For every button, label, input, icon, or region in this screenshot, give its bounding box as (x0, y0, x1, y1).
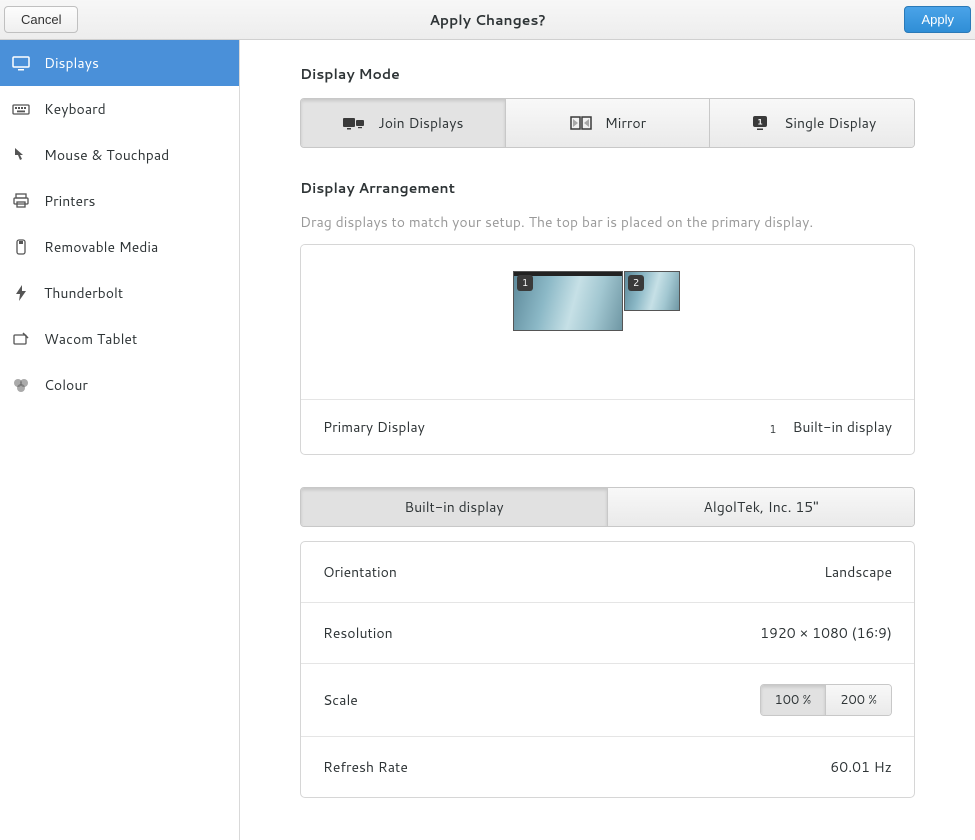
single-display-icon: 1 (748, 114, 772, 132)
orientation-value: Landscape (824, 562, 892, 582)
colour-icon (12, 376, 30, 394)
apply-button[interactable]: Apply (904, 6, 971, 33)
cancel-button[interactable]: Cancel (4, 6, 78, 33)
mode-label: Join Displays (378, 113, 463, 133)
thunderbolt-icon (12, 284, 30, 302)
orientation-row[interactable]: Orientation Landscape (301, 542, 914, 603)
orientation-label: Orientation (323, 562, 397, 582)
sidebar-item-label: Colour (44, 375, 88, 395)
headerbar: Cancel Apply Changes? Apply (0, 0, 975, 40)
scale-label: Scale (323, 690, 358, 710)
primary-display-number: 1 (765, 421, 781, 437)
keyboard-icon (12, 100, 30, 118)
sidebar-item-keyboard[interactable]: Keyboard (0, 86, 239, 132)
resolution-label: Resolution (323, 623, 393, 643)
display-badge: 1 (517, 275, 533, 291)
sidebar-item-colour[interactable]: Colour (0, 362, 239, 408)
scale-switcher: 100 % 200 % (760, 684, 893, 716)
sidebar-item-mouse[interactable]: Mouse & Touchpad (0, 132, 239, 178)
mouse-icon (12, 146, 30, 164)
resolution-value: 1920 × 1080 (16∶9) (760, 623, 892, 643)
sidebar: Displays Keyboard Mouse & Touchpad Print… (0, 40, 240, 840)
refresh-value: 60.01 Hz (830, 757, 892, 777)
display-mode-title: Display Mode (300, 64, 915, 84)
tab-external[interactable]: AlgolTek, Inc. 15" (608, 488, 914, 526)
refresh-row[interactable]: Refresh Rate 60.01 Hz (301, 737, 914, 797)
primary-display-row[interactable]: Primary Display 1 Built-in display (301, 399, 914, 454)
mode-mirror-button[interactable]: Mirror (506, 99, 711, 147)
mode-label: Mirror (605, 113, 646, 133)
sidebar-item-removable[interactable]: Removable Media (0, 224, 239, 270)
tab-builtin[interactable]: Built-in display (301, 488, 608, 526)
window-title: Apply Changes? (0, 10, 975, 30)
sidebar-item-displays[interactable]: Displays (0, 40, 239, 86)
sidebar-item-wacom[interactable]: Wacom Tablet (0, 316, 239, 362)
primary-display-label: Primary Display (323, 417, 425, 437)
primary-display-value: 1 Built-in display (765, 417, 892, 437)
sidebar-item-printers[interactable]: Printers (0, 178, 239, 224)
sidebar-item-label: Keyboard (44, 99, 106, 119)
arrangement-canvas[interactable]: 1 2 (301, 245, 914, 399)
sidebar-item-thunderbolt[interactable]: Thunderbolt (0, 270, 239, 316)
sidebar-item-label: Thunderbolt (44, 283, 123, 303)
arrangement-help: Drag displays to match your setup. The t… (300, 212, 915, 232)
display-1-thumbnail[interactable]: 1 (513, 271, 623, 331)
refresh-label: Refresh Rate (323, 757, 408, 777)
printer-icon (12, 192, 30, 210)
mode-single-button[interactable]: 1 Single Display (710, 99, 914, 147)
sidebar-item-label: Printers (44, 191, 96, 211)
mode-label: Single Display (784, 113, 876, 133)
sidebar-item-label: Mouse & Touchpad (44, 145, 169, 165)
removable-media-icon (12, 238, 30, 256)
display-icon (12, 54, 30, 72)
display-badge: 2 (628, 275, 644, 291)
content-panel: Display Mode Join Displays Mirror 1 Sing… (240, 40, 975, 840)
scale-100-button[interactable]: 100 % (761, 685, 827, 715)
mirror-icon (569, 114, 593, 132)
scale-row: Scale 100 % 200 % (301, 664, 914, 737)
tablet-icon (12, 330, 30, 348)
mode-join-button[interactable]: Join Displays (301, 99, 506, 147)
display-settings-list: Orientation Landscape Resolution 1920 × … (300, 541, 915, 798)
sidebar-item-label: Removable Media (44, 237, 158, 257)
display-2-thumbnail[interactable]: 2 (624, 271, 680, 311)
sidebar-item-label: Wacom Tablet (44, 329, 137, 349)
display-mode-switcher: Join Displays Mirror 1 Single Display (300, 98, 915, 148)
join-displays-icon (342, 114, 366, 132)
resolution-row[interactable]: Resolution 1920 × 1080 (16∶9) (301, 603, 914, 664)
arrangement-box: 1 2 Primary Display 1 Built-in display (300, 244, 915, 455)
sidebar-item-label: Displays (44, 53, 99, 73)
arrangement-title: Display Arrangement (300, 178, 915, 198)
display-tab-switcher: Built-in display AlgolTek, Inc. 15" (300, 487, 915, 527)
svg-text:1: 1 (757, 116, 763, 128)
scale-200-button[interactable]: 200 % (826, 685, 891, 715)
